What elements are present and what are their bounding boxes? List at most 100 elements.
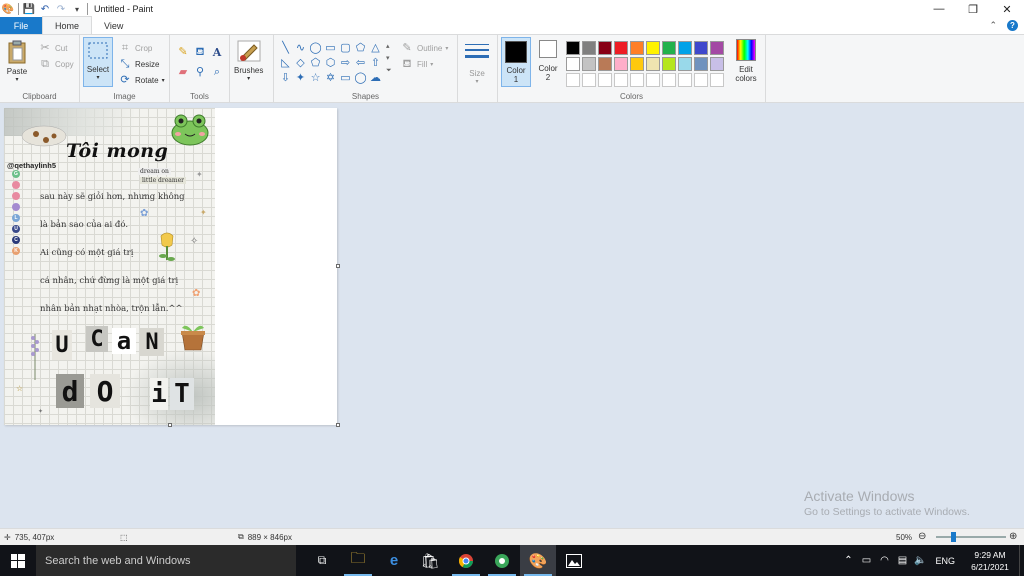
photos-icon[interactable] [556, 545, 592, 576]
color-picker-icon[interactable]: ⚲ [193, 65, 207, 79]
palette-swatch[interactable] [678, 57, 692, 71]
palette-swatch[interactable] [662, 73, 676, 87]
size-button[interactable]: Size ▾ [464, 41, 490, 85]
five-point-star-shape-icon[interactable]: ☆ [308, 70, 323, 85]
rounded-rectangle-shape-icon[interactable]: ▢ [338, 40, 353, 55]
palette-swatch[interactable] [710, 73, 724, 87]
palette-swatch[interactable] [598, 57, 612, 71]
cut-button[interactable]: ✂ Cut [38, 41, 67, 55]
task-view-icon[interactable]: ⧉ [304, 545, 340, 576]
polygon-shape-icon[interactable]: ⬠ [353, 40, 368, 55]
triangle-shape-icon[interactable]: △ [368, 40, 383, 55]
collapse-ribbon-icon[interactable]: ⌃ [989, 20, 997, 31]
palette-swatch[interactable] [566, 41, 580, 55]
diamond-shape-icon[interactable]: ◇ [293, 55, 308, 70]
drawing-canvas[interactable]: @qethaylinh5 Tôi mong dream on little dr… [4, 108, 340, 427]
taskbar-clock[interactable]: 9:29 AM 6/21/2021 [961, 549, 1019, 573]
text-icon[interactable]: A [210, 45, 224, 59]
oval-shape-icon[interactable]: ◯ [308, 40, 323, 55]
zoom-in-icon[interactable]: ⊕ [1009, 531, 1017, 542]
rounded-callout-shape-icon[interactable]: ▭ [338, 70, 353, 85]
canvas-resize-handle-bottom[interactable] [168, 423, 172, 427]
oval-callout-shape-icon[interactable]: ◯ [353, 70, 368, 85]
fill-button[interactable]: ⛾ Fill ▾ [400, 57, 434, 71]
palette-swatch[interactable] [582, 57, 596, 71]
palette-swatch[interactable] [614, 41, 628, 55]
palette-swatch[interactable] [678, 73, 692, 87]
maximize-button[interactable]: ❐ [956, 0, 990, 18]
pencil-icon[interactable]: ✎ [176, 45, 190, 59]
left-arrow-shape-icon[interactable]: ⇦ [353, 55, 368, 70]
palette-swatch[interactable] [582, 73, 596, 87]
customize-toolbar-icon[interactable]: ▾ [71, 3, 83, 15]
palette-swatch[interactable] [694, 41, 708, 55]
curve-shape-icon[interactable]: ∿ [293, 40, 308, 55]
palette-swatch[interactable] [566, 57, 580, 71]
battery-icon[interactable]: ▭ [857, 555, 875, 566]
undo-icon[interactable]: ↶ [39, 3, 51, 15]
tab-file[interactable]: File [0, 17, 42, 34]
pentagon-shape-icon[interactable]: ⬠ [308, 55, 323, 70]
close-button[interactable]: ✕ [990, 0, 1024, 18]
magnifier-icon[interactable]: ⌕ [210, 65, 224, 79]
palette-swatch[interactable] [598, 73, 612, 87]
help-icon[interactable]: ? [1007, 20, 1018, 31]
palette-swatch[interactable] [662, 57, 676, 71]
edge-icon[interactable]: e [376, 545, 412, 576]
palette-swatch[interactable] [694, 73, 708, 87]
language-indicator[interactable]: ENG [929, 556, 961, 566]
select-button[interactable]: Select ▾ [83, 37, 113, 87]
six-point-star-shape-icon[interactable]: ✡ [323, 70, 338, 85]
right-arrow-shape-icon[interactable]: ⇨ [338, 55, 353, 70]
canvas-workspace[interactable]: @qethaylinh5 Tôi mong dream on little dr… [0, 104, 1024, 528]
paste-button[interactable]: Paste ▾ [6, 39, 28, 83]
paint-app-icon[interactable]: 🎨 [2, 3, 14, 15]
eraser-icon[interactable]: ▰ [176, 65, 190, 79]
palette-swatch[interactable] [646, 73, 660, 87]
taskbar-search-box[interactable]: Search the web and Windows [36, 545, 296, 576]
show-hidden-icons-icon[interactable]: ⌃ [839, 555, 857, 566]
tab-view[interactable]: View [92, 17, 135, 34]
line-shape-icon[interactable]: ╲ [278, 40, 293, 55]
edit-colors-button[interactable]: Edit colors [730, 39, 762, 83]
minimize-button[interactable]: — [922, 0, 956, 18]
canvas-resize-handle-right[interactable] [336, 264, 340, 268]
palette-swatch[interactable] [614, 57, 628, 71]
pasted-image[interactable]: @qethaylinh5 Tôi mong dream on little dr… [4, 108, 215, 425]
crop-button[interactable]: ⌗ Crop [118, 41, 152, 55]
color2-button[interactable]: Color 2 [534, 40, 562, 82]
redo-icon[interactable]: ↷ [55, 3, 67, 15]
palette-swatch[interactable] [694, 57, 708, 71]
palette-swatch[interactable] [678, 41, 692, 55]
zoom-slider-track[interactable] [936, 536, 1006, 538]
volume-icon[interactable]: 🔈 [911, 555, 929, 566]
palette-swatch[interactable] [662, 41, 676, 55]
app-green-icon[interactable] [484, 545, 520, 576]
action-center-icon[interactable]: ▤ [893, 555, 911, 566]
file-explorer-icon[interactable]: 🗀 [340, 545, 376, 576]
palette-swatch[interactable] [630, 41, 644, 55]
palette-swatch[interactable] [614, 73, 628, 87]
palette-swatch[interactable] [710, 41, 724, 55]
palette-swatch[interactable] [646, 57, 660, 71]
brushes-button[interactable]: Brushes ▾ [234, 39, 263, 82]
palette-swatch[interactable] [598, 41, 612, 55]
palette-swatch[interactable] [566, 73, 580, 87]
chrome-icon[interactable] [448, 545, 484, 576]
zoom-slider-thumb[interactable] [951, 532, 956, 542]
down-arrow-shape-icon[interactable]: ⇩ [278, 70, 293, 85]
palette-swatch[interactable] [630, 73, 644, 87]
outline-button[interactable]: ✎ Outline ▾ [400, 41, 448, 55]
cloud-callout-shape-icon[interactable]: ☁ [368, 70, 383, 85]
up-arrow-shape-icon[interactable]: ⇧ [368, 55, 383, 70]
zoom-out-icon[interactable]: ⊖ [918, 531, 926, 542]
wifi-icon[interactable]: ◠ [875, 555, 893, 566]
palette-swatch[interactable] [646, 41, 660, 55]
resize-button[interactable]: ⤡ Resize [118, 57, 160, 71]
copy-button[interactable]: ⧉ Copy [38, 57, 74, 71]
rectangle-shape-icon[interactable]: ▭ [323, 40, 338, 55]
canvas-resize-handle-corner[interactable] [336, 423, 340, 427]
paint-taskbar-icon[interactable]: 🎨 [520, 545, 556, 576]
show-desktop-button[interactable] [1019, 545, 1024, 576]
rotate-button[interactable]: ⟳ Rotate ▾ [118, 73, 164, 87]
